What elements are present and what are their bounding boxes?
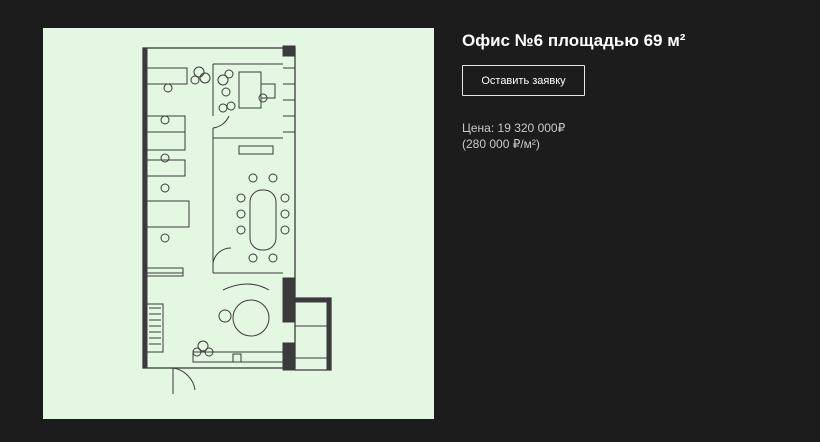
desk-chair-icon — [160, 83, 290, 263]
price-value: 19 320 000₽ — [497, 121, 566, 135]
floor-plan-image — [43, 28, 434, 419]
office-info: Офис №6 площадью 69 м² Оставить заявку Ц… — [462, 28, 802, 151]
floor-plan-drawing — [142, 45, 332, 394]
submit-request-button[interactable]: Оставить заявку — [462, 65, 585, 96]
price-per-m2: (280 000 ₽/м²) — [462, 137, 540, 151]
price-block: Цена: 19 320 000₽ (280 000 ₽/м²) — [462, 120, 565, 152]
office-title: Офис №6 площадью 69 м² — [462, 31, 686, 50]
price-label: Цена: — [462, 121, 495, 135]
price-row: Цена: 19 320 000₽ — [462, 120, 565, 136]
